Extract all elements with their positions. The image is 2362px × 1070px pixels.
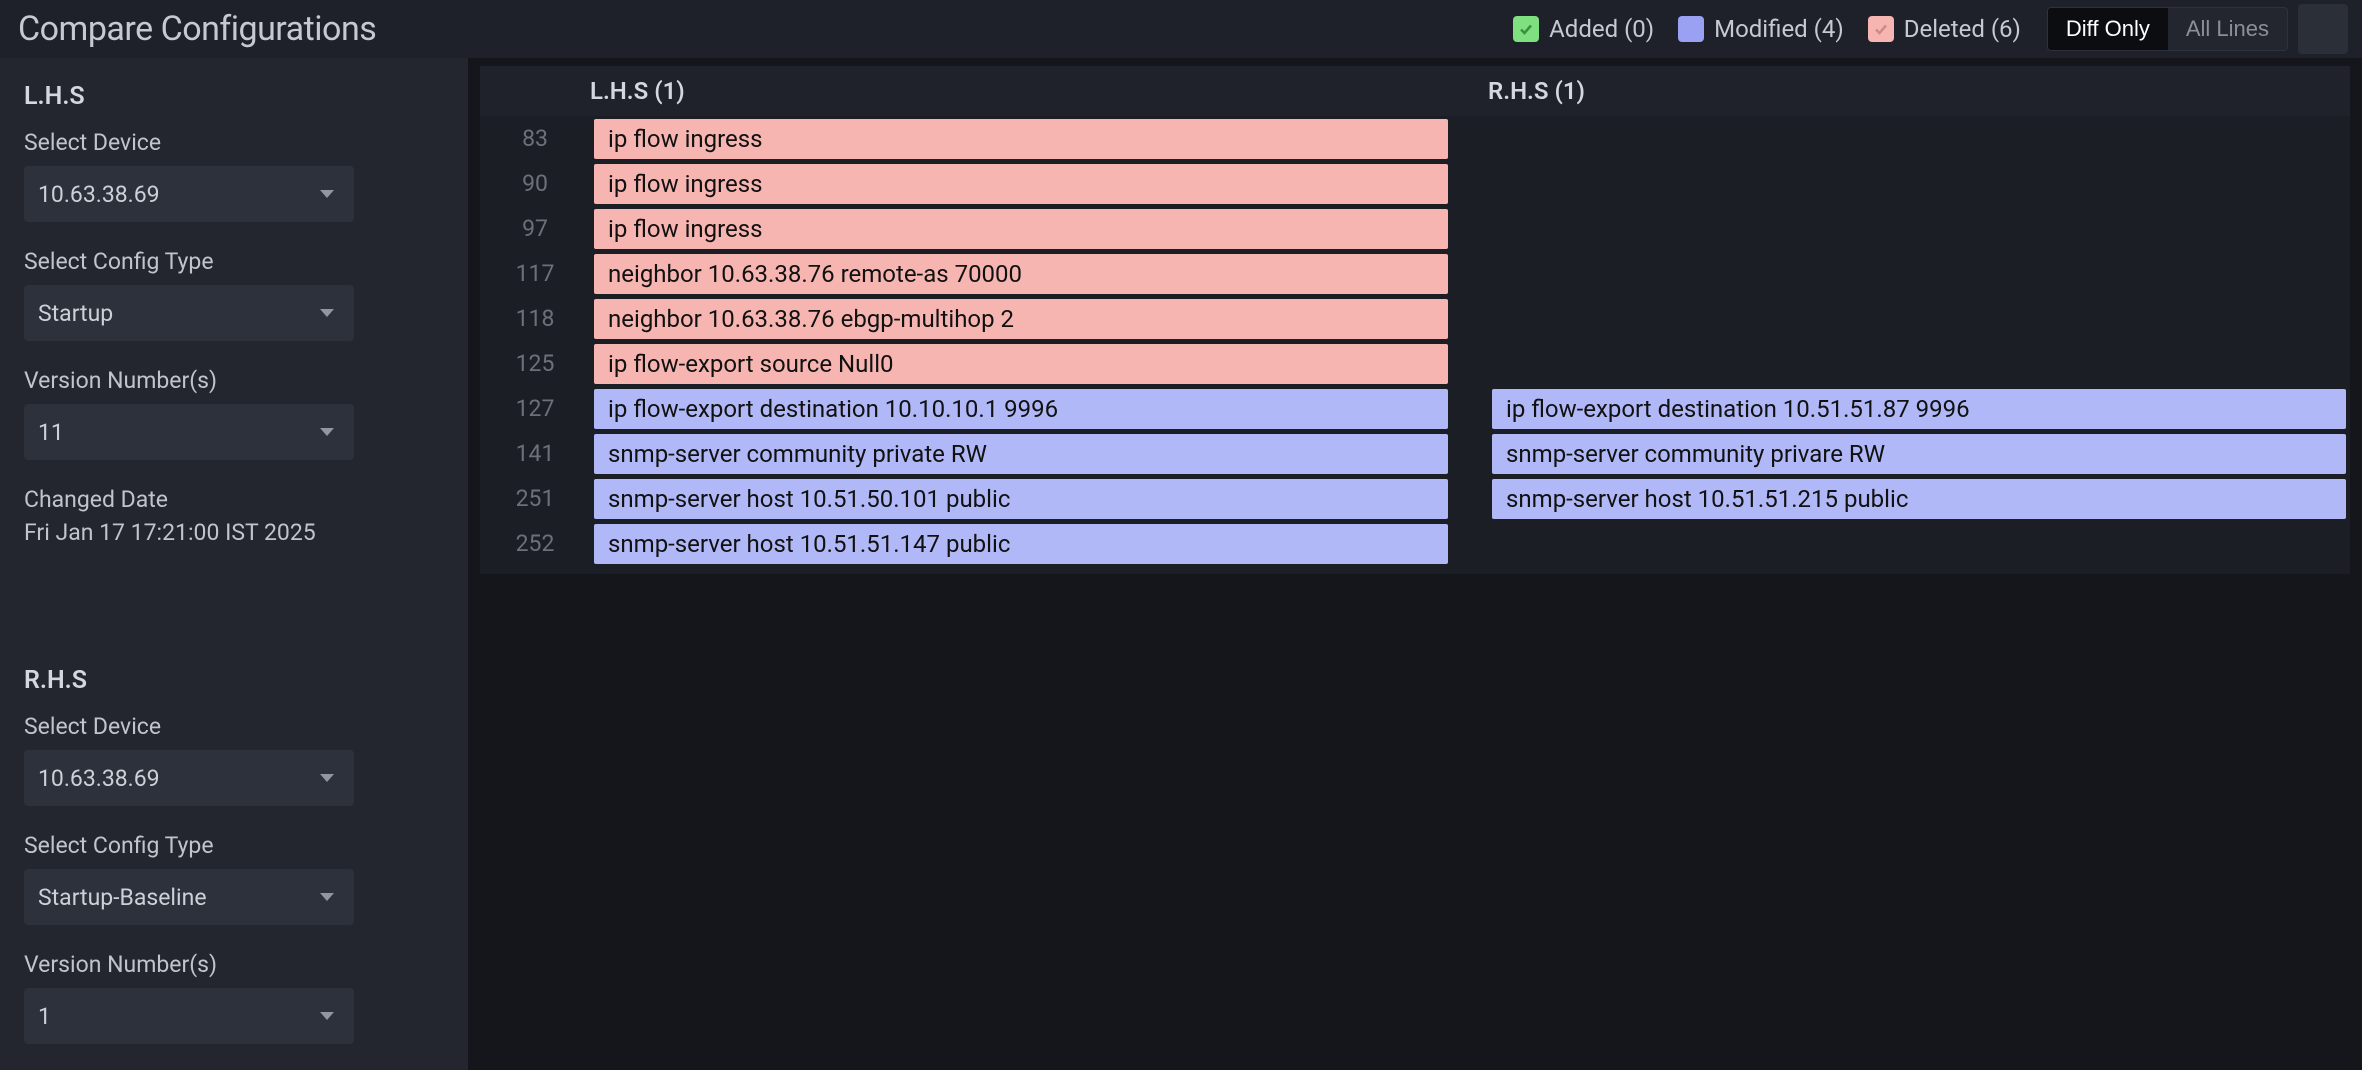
lhs-changed-date-value: Fri Jan 17 17:21:00 IST 2025: [24, 519, 444, 546]
lhs-line: ip flow-export destination 10.10.10.1 99…: [594, 389, 1448, 429]
rhs-line: [1492, 209, 2346, 249]
rhs-line: [1492, 299, 2346, 339]
lhs-column-heading: L.H.S (1): [590, 77, 685, 105]
modified-swatch-icon: [1678, 16, 1704, 42]
line-number: 97: [480, 206, 590, 251]
line-number: 90: [480, 161, 590, 206]
rhs-line: [1492, 344, 2346, 384]
lhs-line: ip flow-export source Null0: [594, 344, 1448, 384]
lhs-device-value: 10.63.38.69: [38, 181, 160, 208]
diff-row: 97ip flow ingress: [480, 206, 2350, 251]
lhs-heading: L.H.S: [24, 82, 444, 111]
chevron-down-icon: [320, 774, 334, 782]
lhs-line: snmp-server host 10.51.51.147 public: [594, 524, 1448, 564]
line-number: 125: [480, 341, 590, 386]
lhs-configtype-select[interactable]: Startup: [24, 285, 354, 341]
rhs-device-select[interactable]: 10.63.38.69: [24, 750, 354, 806]
lhs-version-select[interactable]: 11: [24, 404, 354, 460]
rhs-configtype-label: Select Config Type: [24, 832, 444, 859]
rhs-line: [1492, 119, 2346, 159]
lhs-line: snmp-server community private RW: [594, 434, 1448, 474]
legend-modified-label: Modified (4): [1714, 15, 1844, 43]
line-number: 118: [480, 296, 590, 341]
rhs-configtype-select[interactable]: Startup-Baseline: [24, 869, 354, 925]
rhs-line: [1492, 164, 2346, 204]
header-bar: Compare Configurations Added (0) Modifie…: [0, 0, 2362, 58]
chevron-down-icon: [320, 1012, 334, 1020]
config-selector-sidebar: L.H.S Select Device 10.63.38.69 Select C…: [0, 58, 468, 1070]
lhs-line: ip flow ingress: [594, 209, 1448, 249]
all-lines-button[interactable]: All Lines: [2168, 8, 2287, 50]
rhs-version-value: 1: [38, 1003, 51, 1030]
lhs-configtype-value: Startup: [38, 300, 113, 327]
lhs-line: ip flow ingress: [594, 164, 1448, 204]
lhs-version-label: Version Number(s): [24, 367, 444, 394]
legend-deleted-label: Deleted (6): [1904, 15, 2021, 43]
lhs-line: ip flow ingress: [594, 119, 1448, 159]
page-title: Compare Configurations: [18, 9, 376, 49]
line-number: 252: [480, 521, 590, 566]
legend-deleted: Deleted (6): [1868, 15, 2021, 43]
rhs-line: snmp-server host 10.51.51.215 public: [1492, 479, 2346, 519]
line-number: 251: [480, 476, 590, 521]
lhs-device-label: Select Device: [24, 129, 444, 156]
legend-added-label: Added (0): [1549, 15, 1654, 43]
legend-modified: Modified (4): [1678, 15, 1844, 43]
chevron-down-icon: [320, 893, 334, 901]
rhs-line: [1492, 254, 2346, 294]
lhs-device-select[interactable]: 10.63.38.69: [24, 166, 354, 222]
check-icon: [1868, 16, 1894, 42]
diff-only-button[interactable]: Diff Only: [2048, 8, 2168, 50]
lhs-changed-date-label: Changed Date: [24, 486, 444, 513]
diff-row: 117neighbor 10.63.38.76 remote-as 70000: [480, 251, 2350, 296]
rhs-column-heading: R.H.S (1): [1488, 77, 1585, 105]
diff-rows-container: 83ip flow ingress90ip flow ingress97ip f…: [480, 116, 2350, 574]
rhs-device-label: Select Device: [24, 713, 444, 740]
diff-panel: L.H.S (1) R.H.S (1) 83ip flow ingress90i…: [468, 58, 2362, 1070]
lhs-line: neighbor 10.63.38.76 ebgp-multihop 2: [594, 299, 1448, 339]
line-number: 117: [480, 251, 590, 296]
chevron-down-icon: [320, 428, 334, 436]
legend-added: Added (0): [1513, 15, 1654, 43]
diff-row: 90ip flow ingress: [480, 161, 2350, 206]
rhs-heading: R.H.S: [24, 666, 444, 695]
diff-legend: Added (0) Modified (4) Deleted (6): [1513, 15, 2021, 43]
context-menu-button[interactable]: [2298, 4, 2348, 54]
rhs-device-value: 10.63.38.69: [38, 765, 160, 792]
diff-row: 252snmp-server host 10.51.51.147 public: [480, 521, 2350, 566]
rhs-version-select[interactable]: 1: [24, 988, 354, 1044]
diff-row: 83ip flow ingress: [480, 116, 2350, 161]
view-mode-toggle: Diff Only All Lines: [2047, 7, 2288, 51]
lhs-line: snmp-server host 10.51.50.101 public: [594, 479, 1448, 519]
diff-row: 118neighbor 10.63.38.76 ebgp-multihop 2: [480, 296, 2350, 341]
diff-row: 125ip flow-export source Null0: [480, 341, 2350, 386]
diff-row: 141snmp-server community private RW snmp-…: [480, 431, 2350, 476]
line-number: 127: [480, 386, 590, 431]
diff-column-headers: L.H.S (1) R.H.S (1): [480, 66, 2350, 116]
lhs-configtype-label: Select Config Type: [24, 248, 444, 275]
line-number: 141: [480, 431, 590, 476]
diff-row: 251snmp-server host 10.51.50.101 public s…: [480, 476, 2350, 521]
chevron-down-icon: [320, 190, 334, 198]
line-number: 83: [480, 116, 590, 161]
rhs-line: [1492, 524, 2346, 564]
lhs-version-value: 11: [38, 419, 64, 446]
diff-row: 127ip flow-export destination 10.10.10.1…: [480, 386, 2350, 431]
lhs-line: neighbor 10.63.38.76 remote-as 70000: [594, 254, 1448, 294]
chevron-down-icon: [320, 309, 334, 317]
rhs-line: ip flow-export destination 10.51.51.87 9…: [1492, 389, 2346, 429]
rhs-line: snmp-server community privare RW: [1492, 434, 2346, 474]
rhs-version-label: Version Number(s): [24, 951, 444, 978]
check-icon: [1513, 16, 1539, 42]
rhs-configtype-value: Startup-Baseline: [38, 884, 207, 911]
